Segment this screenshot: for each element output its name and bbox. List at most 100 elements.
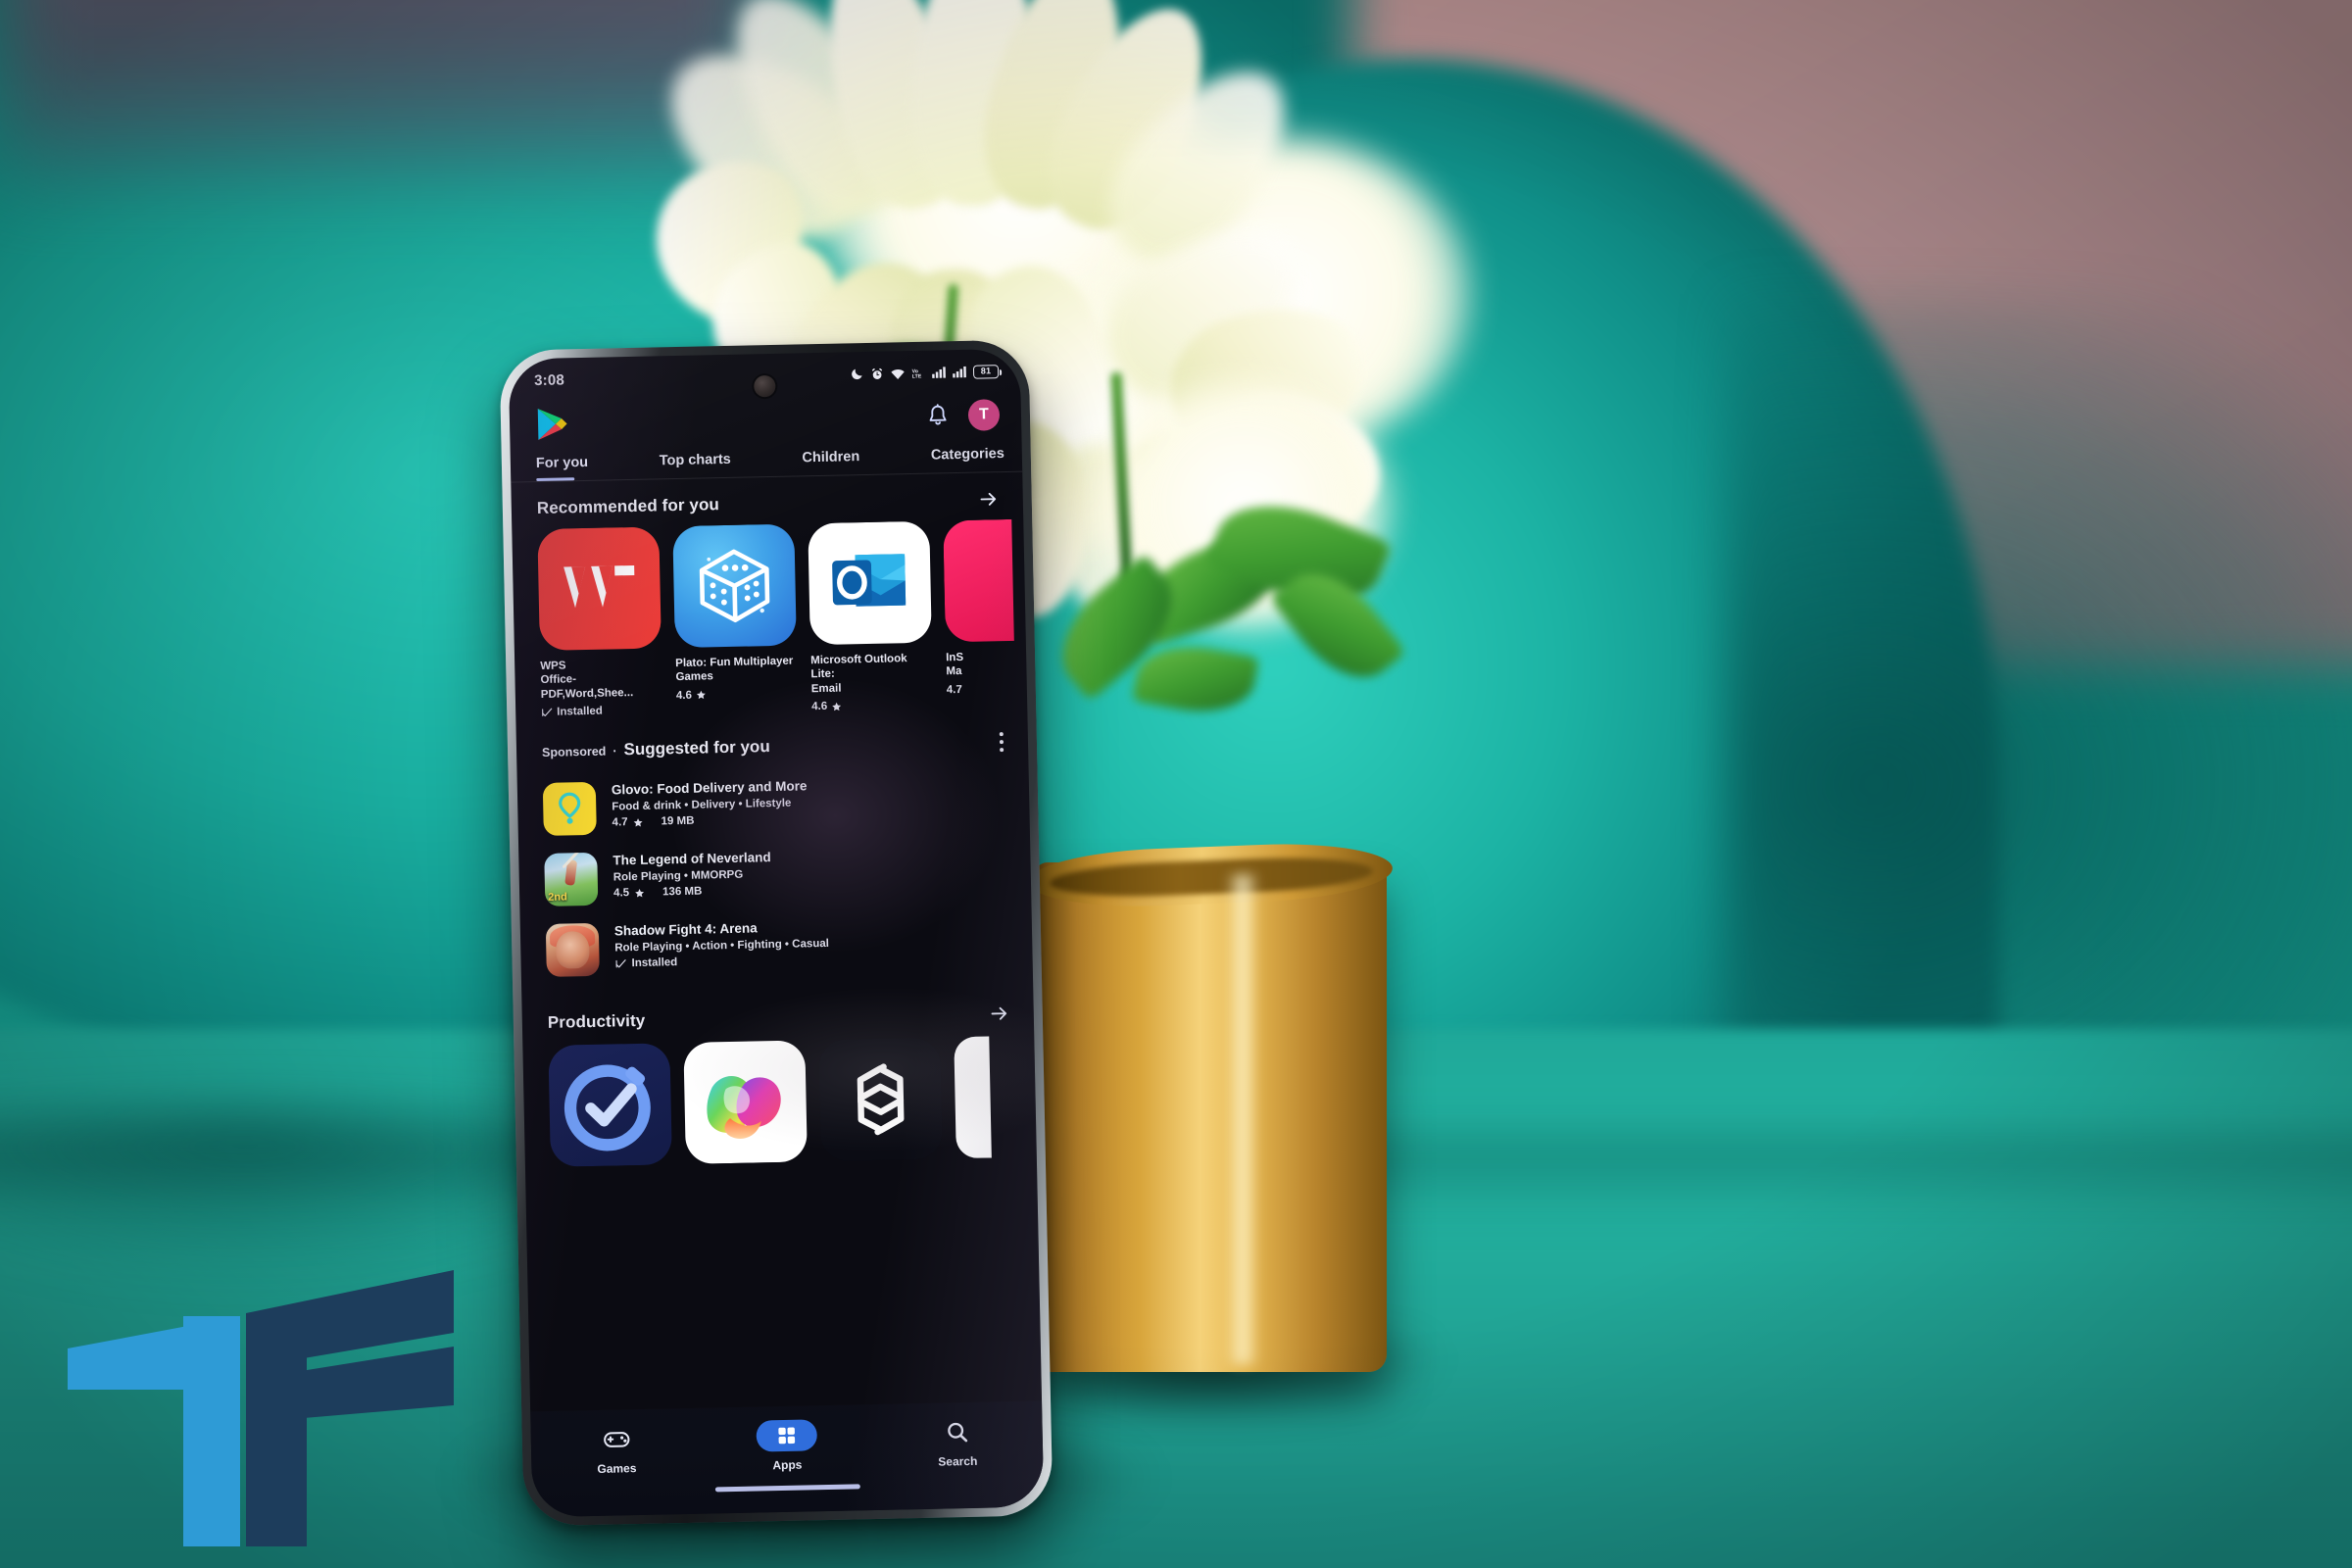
arrow-right-icon[interactable]: [989, 1003, 1010, 1024]
watermark-letter-t: [68, 1316, 240, 1546]
tab-label: For you: [535, 454, 589, 472]
nav-label: Apps: [772, 1457, 803, 1473]
productivity-section-header: Productivity: [521, 977, 1034, 1045]
list-item-text: Glovo: Food Delivery and More Food & dri…: [612, 777, 808, 828]
tab-top-charts[interactable]: Top charts: [660, 452, 732, 479]
store-content: Recommended for you WPS Office-PDF,Word,…: [511, 472, 1037, 1168]
productivity-apps-row[interactable]: [522, 1034, 1037, 1168]
app-name: InS Ma: [946, 651, 964, 678]
app-name: Glovo: Food Delivery and More: [611, 778, 808, 798]
status-icons: Vo LTE 81: [850, 364, 1003, 381]
app-bar-actions: T: [925, 399, 1001, 432]
partial-app-icon: [943, 518, 1016, 643]
tab-categories[interactable]: Categories: [931, 446, 1004, 473]
shadow-fight-4-icon: [545, 922, 600, 978]
app-name: WPS Office-PDF,Word,Shee...: [540, 660, 634, 701]
wifi-icon: [891, 368, 905, 379]
nav-item-apps[interactable]: Apps: [732, 1419, 841, 1473]
kebab-menu-icon[interactable]: [999, 732, 1004, 753]
section-title: Productivity: [547, 1010, 646, 1033]
app-rating: 4.6: [676, 687, 798, 702]
signal-sim1-icon: [932, 367, 946, 378]
nav-pill-active: [756, 1419, 818, 1452]
battery-level-text: 81: [980, 366, 992, 376]
alarm-icon: [871, 368, 883, 379]
vase-highlight: [1226, 874, 1259, 1364]
list-item-shadow-fight-4[interactable]: Shadow Fight 4: Arena Role Playing • Act…: [545, 906, 1033, 987]
smartphone: 3:08 Vo LTE 81 T For you Top charts Chil…: [499, 339, 1054, 1527]
avatar-initial: T: [978, 406, 990, 423]
nav-pill: [926, 1416, 988, 1448]
ticktick-icon[interactable]: [548, 1043, 672, 1167]
tf-logo: [54, 1223, 466, 1546]
section-title: Suggested for you: [623, 737, 770, 760]
status-time: 3:08: [533, 371, 565, 390]
tab-for-you[interactable]: For you: [536, 455, 589, 481]
app-card-plato[interactable]: Plato: Fun Multiplayer Games 4.6: [672, 523, 798, 716]
nav-label: Search: [938, 1453, 978, 1469]
microsoft-outlook-icon: [808, 520, 932, 646]
partial-app-icon[interactable]: [954, 1036, 992, 1159]
volte-icon: Vo LTE: [912, 368, 922, 379]
app-card-wps[interactable]: WPS Office-PDF,Word,Shee... Installed: [537, 526, 662, 718]
app-rating: 4.7: [946, 683, 962, 697]
wps-office-icon: [537, 526, 662, 651]
app-card-outlook[interactable]: Microsoft Outlook Lite: Email 4.6: [808, 520, 933, 712]
tab-label: Categories: [930, 446, 1004, 464]
star-icon: [696, 690, 706, 700]
notifications-bell-icon[interactable]: [925, 403, 952, 429]
nav-item-search[interactable]: Search: [903, 1415, 1011, 1469]
installed-check-icon: [615, 959, 626, 968]
battery-icon: 81: [972, 364, 1003, 379]
gold-vase: [1027, 839, 1394, 1372]
watermark-letter-f: [246, 1270, 454, 1546]
recommended-apps-row[interactable]: WPS Office-PDF,Word,Shee... Installed Pl…: [512, 518, 1027, 719]
star-icon: [832, 702, 842, 710]
nav-label: Games: [597, 1461, 637, 1476]
google-play-logo[interactable]: [535, 406, 569, 442]
app-categories: Role Playing • Action • Fighting • Casua…: [614, 937, 830, 955]
section-title: Recommended for you: [536, 495, 720, 518]
chatgpt-icon[interactable]: [818, 1037, 943, 1162]
app-stats: 4.5 136 MB: [612, 885, 703, 900]
star-icon: [633, 817, 643, 827]
app-name: Plato: Fun Multiplayer Games: [675, 655, 794, 684]
svg-text:LTE: LTE: [912, 373, 922, 379]
suggested-apps-list: Glovo: Food Delivery and More Food & dri…: [516, 761, 1032, 988]
list-item-text: The Legend of Neverland Role Playing • M…: [612, 849, 771, 899]
arrow-right-icon[interactable]: [978, 488, 1000, 510]
microsoft-copilot-icon[interactable]: [683, 1040, 808, 1165]
do-not-disturb-moon-icon: [852, 368, 862, 380]
tab-children[interactable]: Children: [802, 449, 859, 475]
tab-label: Top charts: [659, 451, 731, 469]
legend-of-neverland-icon: 2nd: [544, 852, 599, 907]
apps-grid-icon: [778, 1427, 796, 1445]
list-item-legend-of-neverland[interactable]: 2nd The Legend of Neverland Role Playing…: [544, 836, 1031, 916]
user-avatar[interactable]: T: [967, 399, 1001, 431]
tab-label: Children: [802, 449, 860, 466]
glovo-icon: [542, 781, 597, 837]
app-name: The Legend of Neverland: [612, 850, 771, 868]
app-categories: Food & drink • Delivery • Lifestyle: [612, 797, 792, 813]
app-stats: 4.7 19 MB: [612, 814, 695, 829]
installed-check-icon: [542, 708, 553, 717]
app-name: Shadow Fight 4: Arena: [613, 920, 758, 939]
home-indicator[interactable]: [714, 1484, 860, 1493]
sponsored-separator: ·: [612, 744, 617, 759]
plato-dice-icon: [672, 523, 797, 649]
signal-sim2-icon: [953, 366, 966, 378]
app-card-partial[interactable]: InS Ma 4.7: [943, 518, 1016, 710]
app-categories: Role Playing • MMORPG: [612, 868, 744, 884]
gamepad-icon: [603, 1431, 629, 1447]
nav-item-games[interactable]: Games: [562, 1422, 670, 1476]
star-icon: [635, 888, 645, 898]
sponsored-tag: Sponsored: [541, 744, 607, 760]
bottom-navigation-bar: Games Apps Search: [530, 1400, 1045, 1518]
nav-pill: [585, 1423, 647, 1455]
app-status: Installed: [614, 954, 829, 970]
list-item-text: Shadow Fight 4: Arena Role Playing • Act…: [614, 918, 830, 970]
app-name: Microsoft Outlook Lite: Email: [810, 653, 907, 695]
list-item-glovo[interactable]: Glovo: Food Delivery and More Food & dri…: [542, 765, 1030, 846]
search-icon: [948, 1422, 968, 1443]
phone-screen[interactable]: 3:08 Vo LTE 81 T For you Top charts Chil…: [508, 348, 1045, 1518]
